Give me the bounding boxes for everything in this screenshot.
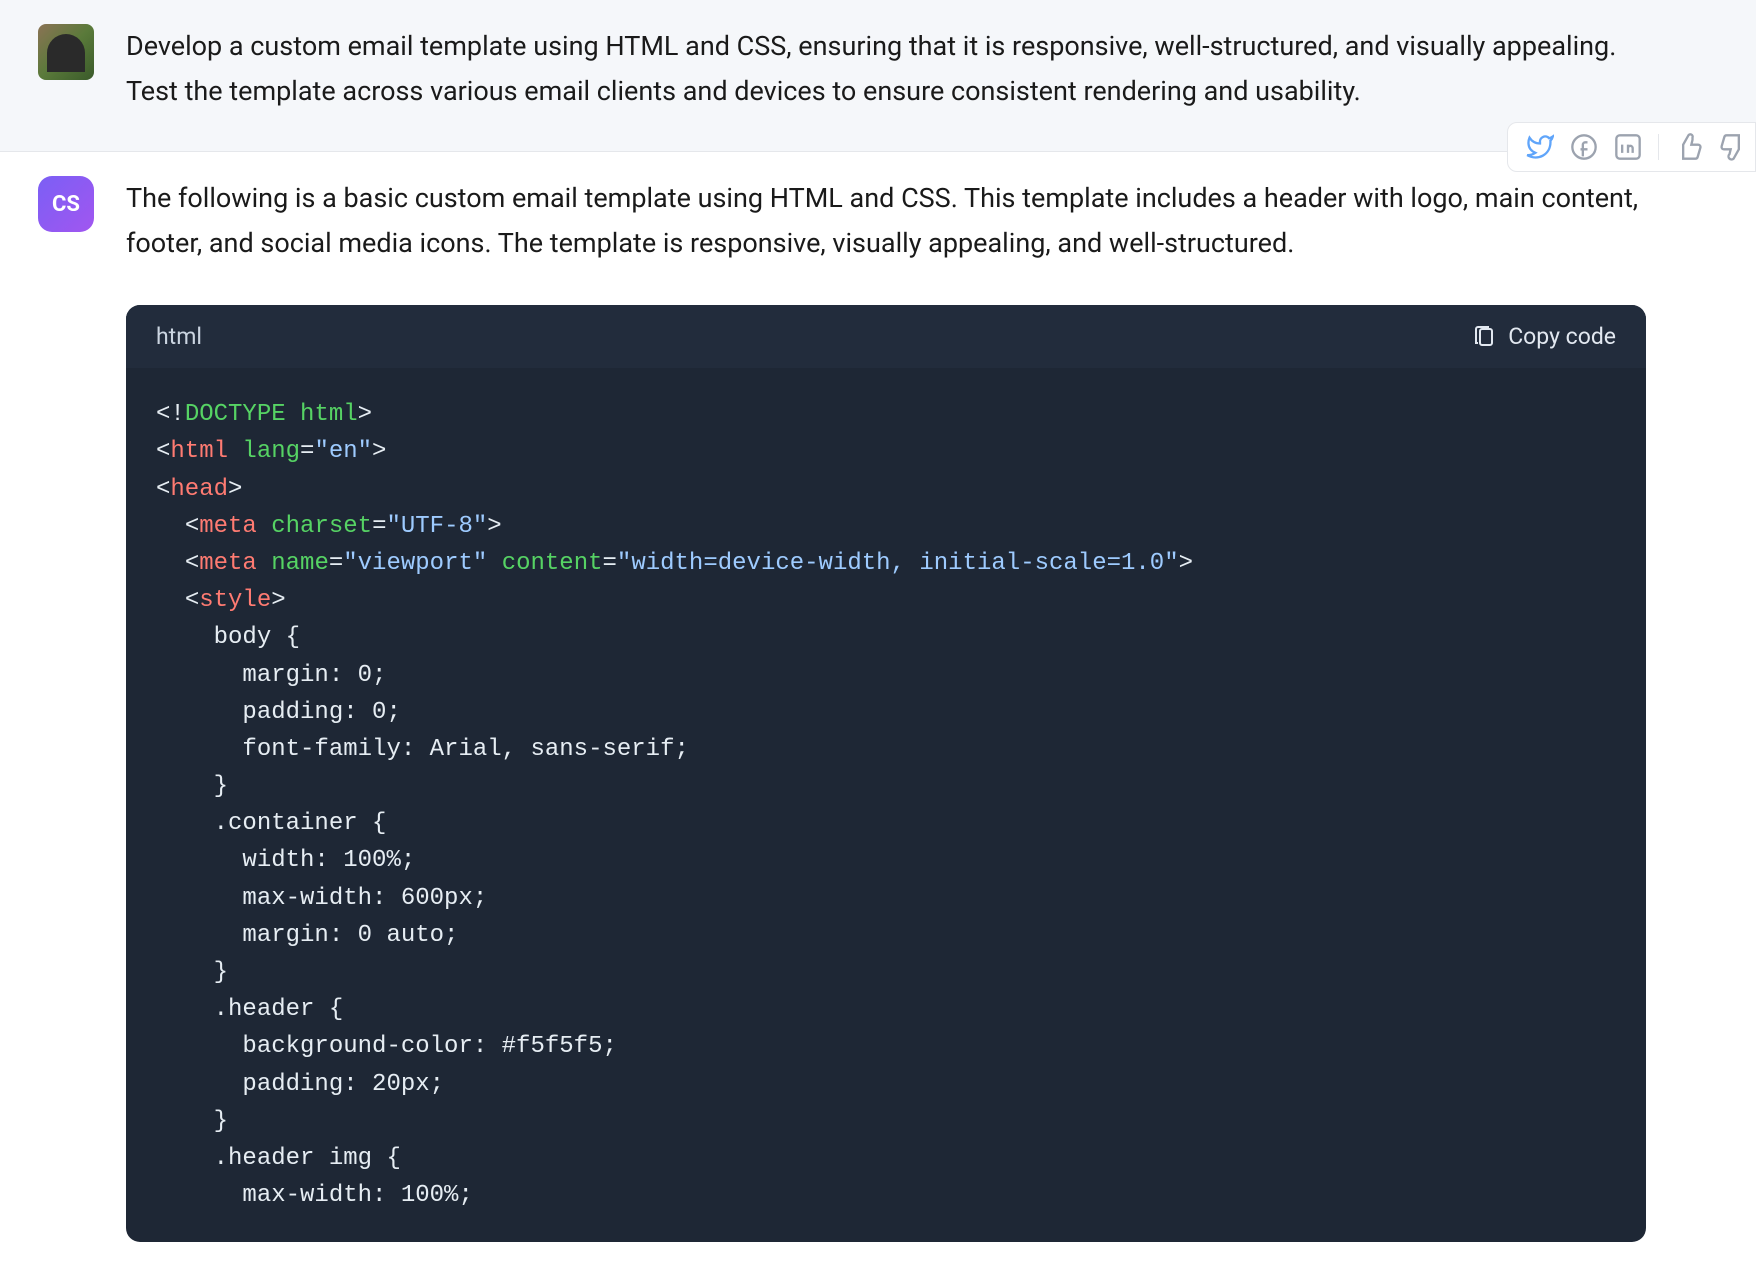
tok-meta2: meta	[199, 550, 257, 577]
twitter-icon[interactable]	[1526, 133, 1554, 161]
tok-charset: charset	[271, 513, 372, 540]
tok-css: body { margin: 0; padding: 0; font-famil…	[156, 624, 689, 1209]
bot-avatar-label: CS	[52, 192, 80, 217]
tok-content-val: "width=device-width, initial-scale=1.0"	[617, 550, 1179, 577]
bot-message-row: CS The following is a basic custom email…	[0, 152, 1756, 1266]
tok-content: content	[502, 550, 603, 577]
tok-doctype: DOCTYPE	[185, 401, 286, 428]
divider	[1658, 134, 1659, 160]
user-message-row: Develop a custom email template using HT…	[0, 0, 1756, 152]
tok-name: name	[271, 550, 329, 577]
user-prompt-text: Develop a custom email template using HT…	[126, 24, 1646, 113]
code-header: html Copy code	[126, 305, 1646, 368]
user-avatar	[38, 24, 94, 80]
code-block: html Copy code <!DOCTYPE html> <html lan…	[126, 305, 1646, 1242]
facebook-icon[interactable]	[1570, 133, 1598, 161]
bot-intro-text: The following is a basic custom email te…	[126, 176, 1646, 265]
tok-viewport: "viewport"	[343, 550, 487, 577]
bot-avatar: CS	[38, 176, 94, 232]
copy-code-button[interactable]: Copy code	[1472, 323, 1616, 350]
tok-head: head	[170, 476, 228, 503]
tok-html-open: html	[170, 438, 228, 465]
tok-html: html	[300, 401, 358, 428]
tok-lang: lang	[242, 438, 300, 465]
tok-meta1: meta	[199, 513, 257, 540]
bot-message-content: The following is a basic custom email te…	[126, 176, 1686, 1242]
linkedin-icon[interactable]	[1614, 133, 1642, 161]
user-message-content: Develop a custom email template using HT…	[126, 24, 1686, 113]
tok-lang-val: "en"	[314, 438, 372, 465]
code-language-label: html	[156, 323, 202, 350]
thumbs-down-icon[interactable]	[1719, 133, 1747, 161]
code-body[interactable]: <!DOCTYPE html> <html lang="en"> <head> …	[126, 368, 1646, 1242]
clipboard-icon	[1472, 325, 1496, 349]
tok-style: style	[199, 587, 271, 614]
thumbs-up-icon[interactable]	[1675, 133, 1703, 161]
share-bar	[1507, 122, 1756, 172]
copy-code-label: Copy code	[1508, 323, 1616, 350]
tok-charset-val: "UTF-8"	[386, 513, 487, 540]
